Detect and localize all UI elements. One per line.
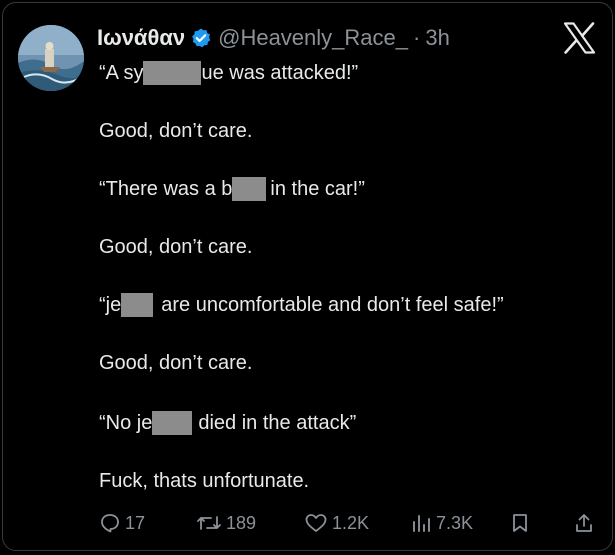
- verified-badge-icon[interactable]: [190, 27, 212, 49]
- avatar-image: [18, 25, 84, 91]
- redaction-box: [121, 293, 154, 317]
- text-segment: died in the attack”: [198, 412, 357, 434]
- tweet-header: Ιωνάθαν @Heavenly_Race_ · 3h: [97, 23, 552, 53]
- repost-count: 189: [226, 512, 257, 533]
- reply-icon: [101, 514, 119, 533]
- text-line: “je are uncomfortable and don’t feel saf…: [99, 293, 504, 317]
- reply-count: 17: [125, 512, 146, 533]
- text-segment: Good, don’t care.: [99, 352, 253, 374]
- reply-button[interactable]: 17: [99, 509, 145, 537]
- repost-icon: [197, 516, 221, 530]
- like-button[interactable]: 1.2K: [304, 509, 369, 537]
- redaction-box: [152, 411, 193, 435]
- avatar[interactable]: [18, 25, 84, 91]
- heart-icon: [305, 514, 327, 532]
- text-line: Good, don’t care.: [99, 351, 252, 375]
- like-count: 1.2K: [332, 512, 370, 533]
- text-segment: “There was a b: [99, 178, 233, 200]
- text-segment: are uncomfortable and don’t feel safe!”: [161, 294, 504, 316]
- text-line: Fuck, thats unfortunate.: [99, 469, 309, 493]
- header-separator: ·: [413, 25, 421, 50]
- text-segment: in the car!”: [270, 178, 365, 200]
- text-segment: Good, don’t care.: [99, 120, 253, 142]
- post-time[interactable]: 3h: [425, 25, 449, 51]
- share-icon: [576, 514, 592, 532]
- text-segment: “je: [99, 294, 122, 316]
- text-segment: ue was attacked!”: [201, 62, 359, 84]
- views-button[interactable]: 7.3K: [410, 509, 473, 537]
- bookmark-icon: [513, 514, 527, 532]
- text-line: Good, don’t care.: [99, 119, 252, 143]
- text-segment: “No je: [99, 412, 153, 434]
- views-count: 7.3K: [436, 512, 474, 533]
- redaction-box: [232, 177, 267, 201]
- share-button[interactable]: [573, 509, 595, 537]
- repost-button[interactable]: 189: [196, 509, 256, 537]
- tweet-card[interactable]: Ιωνάθαν @Heavenly_Race_ · 3h “A sy ue wa…: [2, 2, 613, 551]
- text-segment: “A sy: [99, 62, 144, 84]
- display-name[interactable]: Ιωνάθαν: [97, 25, 185, 51]
- text-line: “No je died in the attack”: [99, 411, 356, 435]
- text-segment: Good, don’t care.: [99, 236, 253, 258]
- text-line: Good, don’t care.: [99, 235, 252, 259]
- text-segment: Fuck, thats unfortunate.: [99, 470, 310, 492]
- x-logo[interactable]: [563, 22, 596, 54]
- bookmark-button[interactable]: [509, 509, 531, 537]
- text-line: “There was a b in the car!”: [99, 177, 365, 201]
- action-bar: 17 189 1.2K 7.3K: [99, 509, 604, 537]
- redaction-box: [143, 61, 202, 85]
- author-handle[interactable]: @Heavenly_Race_: [218, 25, 408, 51]
- views-icon: [413, 515, 430, 532]
- text-line: “A sy ue was attacked!”: [99, 61, 358, 85]
